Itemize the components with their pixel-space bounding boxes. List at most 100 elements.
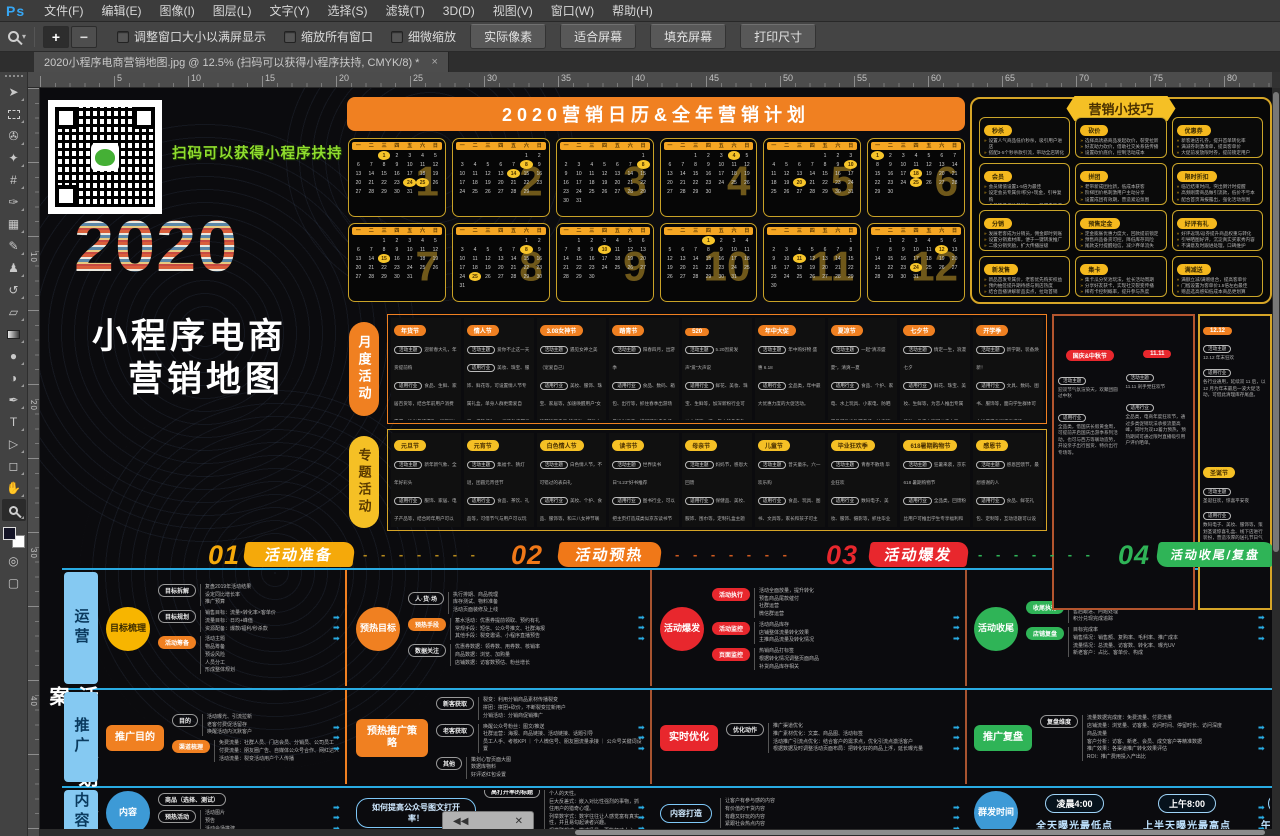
brush-tool[interactable]: ✎	[2, 235, 26, 257]
monthly-card-8: 开学季 活动主题新学期，装备焕新！ 适用行业文具、数码、图书、服饰等，面向学生群…	[973, 318, 1043, 420]
zoom-in-button[interactable]: +	[43, 26, 69, 48]
menu-item-6[interactable]: 滤镜(T)	[376, 4, 433, 18]
quick-selection-tool[interactable]: ✦	[2, 147, 26, 169]
checkbox-box[interactable]	[117, 31, 129, 43]
qr-caption: 扫码可以获得小程序扶持	[172, 142, 343, 163]
horizontal-scrollbar-thumb[interactable]	[575, 830, 1265, 835]
phase-number-4: 04	[1118, 540, 1150, 571]
column-separator	[345, 690, 347, 784]
menu-item-5[interactable]: 选择(S)	[318, 4, 376, 18]
eyedropper-tool[interactable]: ✑	[2, 191, 26, 213]
healing-brush-tool[interactable]: ▦	[2, 213, 26, 235]
calendar-month-12: 一二三四五六日 12345678910111213141516171819202…	[867, 223, 965, 302]
options-checkbox-1[interactable]: 缩放所有窗口	[284, 28, 373, 45]
document-tab-bar: 2020小程序电商营销地图.jpg @ 12.5% (扫码可以获得小程序扶持, …	[0, 52, 1280, 72]
rectangle-shape-tool[interactable]: ◻	[2, 455, 26, 477]
year-end-1: 圣诞节 活动主题圣诞狂欢，惊喜平安夜 适用行业数码电子、美妆、服饰等，策划圣诞惊…	[1203, 462, 1267, 605]
row-separator	[62, 786, 1272, 788]
wechat-icon	[91, 143, 119, 171]
horizontal-ruler[interactable]: 5101520253035404550556065707580	[40, 72, 1272, 88]
monthly-card-7: 七夕节 活动主题情定一生，浪漫七夕 适用行业鲜花、珠宝、美妆、生鲜等，为恋人推出…	[900, 318, 970, 420]
calendar-month-5: 一二三四五六日 12345678910111213141516171819202…	[763, 138, 861, 217]
menu-item-1[interactable]: 编辑(E)	[92, 4, 150, 18]
options-checkbox-2[interactable]: 细微缩放	[391, 28, 456, 45]
tip-card-6: 分销 发展老客成为分销员，佣金即时到账设置分销素材库，便于一键转发推广二级分销奖…	[979, 210, 1070, 251]
type-tool[interactable]: T	[2, 411, 26, 433]
mindmap-root: 预热推广策略	[356, 719, 428, 757]
path-selection-tool[interactable]: ▷	[2, 433, 26, 455]
menu-item-2[interactable]: 图像(I)	[150, 4, 203, 18]
tip-label: 好评有礼	[1177, 218, 1217, 229]
mindmap-branch: 活动执行活动全面放量，提升转化预售商品尾款催付社群运营微信群运营	[712, 588, 819, 618]
lasso-tool[interactable]: ✇	[2, 125, 26, 147]
rewind-icon[interactable]: ◀◀	[453, 816, 468, 827]
options-button-3[interactable]: 打印尺寸	[740, 24, 816, 49]
options-checkbox-0[interactable]: 调整窗口大小以满屏显示	[117, 28, 266, 45]
tip-label: 会员	[984, 171, 1012, 182]
zoom-out-button[interactable]: −	[71, 26, 97, 48]
column-separator	[345, 570, 347, 686]
monthly-card-0: 年货节 活动主题迎新春大礼，年货提前购 适用行业食品、生鲜、家居百货等，结合年前…	[391, 318, 461, 420]
zoom-tool-icon[interactable]: ▾	[8, 31, 26, 42]
options-button-2[interactable]: 填充屏幕	[650, 24, 726, 49]
pen-tool[interactable]: ✒	[2, 389, 26, 411]
foreground-color[interactable]	[3, 527, 16, 540]
menu-item-4[interactable]: 文字(Y)	[260, 4, 318, 18]
tip-card-5: 限时折扣 临近结束时间，突出倒计时提醒高频刚需商品做引流款，低价不亏本配合首页海…	[1172, 163, 1263, 204]
monthly-card-4: 520 活动主题5.20因爱发声“爱”大声说 适用行业鲜花、美妆、珠宝、生鲜等，…	[682, 318, 752, 420]
calendar-month-2: 一二三四五六日 12345678910111213141516171819202…	[452, 138, 550, 217]
options-button-0[interactable]: 实际像素	[470, 24, 546, 49]
move-tool[interactable]: ➤	[2, 81, 26, 103]
blur-tool[interactable]: ●	[2, 345, 26, 367]
mindmap-branch: 让客户有参与感的内容有价值的干货内容有趣又好玩的内容紧跟社会热点内容	[720, 798, 775, 828]
close-icon[interactable]: ✕	[515, 816, 523, 827]
quick-mask-tool[interactable]: ◎	[2, 550, 26, 572]
zoom-tool[interactable]	[2, 499, 26, 521]
mindmap-root: 目标梳理	[106, 607, 150, 651]
menu-item-0[interactable]: 文件(F)	[35, 4, 92, 18]
close-icon[interactable]: ×	[431, 56, 437, 68]
chevron-down-icon[interactable]: ▾	[22, 32, 26, 41]
rectangular-marquee-tool[interactable]	[2, 103, 26, 125]
mindmap-root: 活动收尾	[974, 607, 1018, 651]
crop-tool[interactable]: #	[2, 169, 26, 191]
mindmap-branch: 预热手段蓄水活动：优惠券提前领取、预约有礼常规手段：短信、公众号推文、社群海报其…	[408, 618, 545, 640]
gradient-tool[interactable]	[2, 323, 26, 345]
document-canvas[interactable]: 扫码可以获得小程序扶持 2020 小程序电商 营销地图 2020营销日历&全年营…	[40, 88, 1272, 836]
mindmap-root: 内容打造	[660, 804, 712, 823]
column-separator	[965, 690, 967, 784]
floating-toolbar[interactable]: ◀◀ ✕	[442, 811, 534, 831]
eraser-tool[interactable]: ▱	[2, 301, 26, 323]
options-button-1[interactable]: 适合屏幕	[560, 24, 636, 49]
menu-item-8[interactable]: 视图(V)	[484, 4, 542, 18]
flow-arrows: ➡➡➡	[1258, 723, 1265, 754]
vertical-ruler[interactable]: 10203040	[28, 88, 40, 836]
clone-stamp-tool[interactable]: ♟	[2, 257, 26, 279]
palette-grip[interactable]	[5, 75, 23, 77]
mindmap-branch: 活动筹备活动主题物品筹备预设风险人员分工形成整体规划	[158, 636, 276, 674]
tip-label: 秒杀	[984, 125, 1012, 136]
menu-item-10[interactable]: 帮助(H)	[603, 4, 662, 18]
dodge-tool[interactable]: ◑	[2, 367, 26, 389]
column-separator	[650, 570, 652, 686]
menu-item-9[interactable]: 窗口(W)	[542, 4, 603, 18]
phase-dashes: - - - - - - -	[978, 547, 1095, 562]
mindmap-cell-r2p1: 推广目的目的活动曝光、引流拉新老客付费促活留存唤醒活动内沉默客户渠道梳理免费流量…	[104, 694, 342, 782]
screen-mode-tool[interactable]: ▢	[2, 572, 26, 594]
history-brush-tool[interactable]: ↺	[2, 279, 26, 301]
menu-item-3[interactable]: 图层(L)	[204, 4, 261, 18]
menu-item-7[interactable]: 3D(D)	[434, 4, 484, 18]
checkbox-box[interactable]	[284, 31, 296, 43]
checkbox-box[interactable]	[391, 31, 403, 43]
hand-tool[interactable]: ✋	[2, 477, 26, 499]
tip-card-0: 秒杀 设置人气商品低价秒杀，吸引用户进店搭配3-5个秒杀款引流，带动全店转化限时…	[979, 117, 1070, 158]
vertical-scrollbar-thumb[interactable]	[1273, 92, 1279, 552]
phase-number-3: 03	[826, 540, 858, 571]
tip-label: 新发售	[984, 264, 1018, 275]
monthly-band-label: 月度活动	[349, 322, 379, 416]
special-card-2: 白色情人节 活动主题白色情人节，不可错过的表白礼 适用行业美妆、个护、食品、服饰…	[537, 433, 607, 527]
horizontal-scrollbar[interactable]	[40, 829, 1272, 836]
document-tab[interactable]: 2020小程序电商营销地图.jpg @ 12.5% (扫码可以获得小程序扶持, …	[34, 52, 449, 72]
vertical-scrollbar[interactable]	[1272, 88, 1280, 836]
mindmap-branch: 复盘维度流量数据完成度：免费流量、付费流量店铺流量：浏览量、访客量、访问时间、停…	[1040, 715, 1222, 761]
